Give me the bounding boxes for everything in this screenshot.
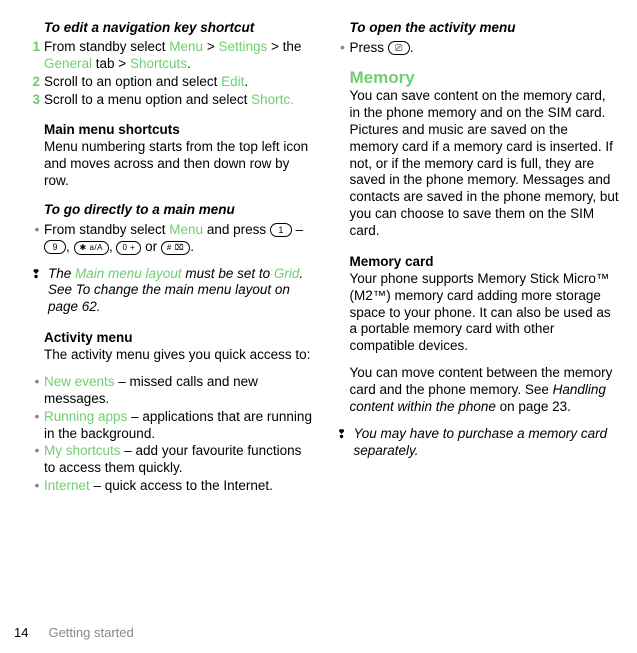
- bullet-icon: •: [336, 40, 350, 57]
- new-events-link: New events: [44, 374, 115, 389]
- list-item: • My shortcuts – add your favourite func…: [44, 443, 314, 477]
- list-item: • From standby select Menu and press 1 –…: [44, 222, 314, 256]
- key-star: ✱ a/A: [74, 241, 109, 255]
- bullet-icon: •: [30, 409, 44, 443]
- text: > the: [267, 39, 301, 54]
- running-apps-link: Running apps: [44, 409, 127, 424]
- bullet-body: My shortcuts – add your favourite functi…: [44, 443, 314, 477]
- text: – quick access to the Internet.: [90, 478, 273, 493]
- memory-card-text-2: You can move content between the memory …: [350, 365, 620, 416]
- nav-edit-steps: 1 From standby select Menu > Settings > …: [44, 39, 314, 109]
- key-hash: # ⌧: [161, 241, 190, 255]
- list-item: • Running apps – applications that are r…: [44, 409, 314, 443]
- grid-link: Grid: [274, 266, 300, 281]
- text: on page 23.: [496, 399, 571, 414]
- main-menu-shortcuts-title: Main menu shortcuts: [44, 122, 314, 139]
- key-zero: 0 +: [116, 241, 141, 255]
- text: –: [292, 222, 303, 237]
- footer: 14 Getting started: [14, 625, 134, 641]
- bullet-body: Press ⎚.: [350, 40, 620, 57]
- text: .: [410, 40, 414, 55]
- go-directly-list: • From standby select Menu and press 1 –…: [44, 222, 314, 256]
- bullet-icon: •: [30, 478, 44, 495]
- bullet-icon: •: [30, 374, 44, 408]
- step-body: Scroll to a menu option and select Short…: [44, 92, 314, 109]
- step-body: From standby select Menu > Settings > th…: [44, 39, 314, 73]
- text: or: [141, 239, 161, 254]
- text: Press: [350, 40, 388, 55]
- text: tab >: [92, 56, 130, 71]
- activity-menu-title: Activity menu: [44, 330, 314, 347]
- key-1: 1: [270, 223, 292, 237]
- main-menu-layout-link: Main menu layout: [75, 266, 182, 281]
- note-body: You may have to purchase a memory card s…: [354, 426, 620, 460]
- open-activity-title: To open the activity menu: [350, 20, 620, 37]
- note-body: The Main menu layout must be set to Grid…: [48, 266, 314, 317]
- shortc-link: Shortc.: [251, 92, 294, 107]
- note-icon: ❢: [336, 426, 348, 460]
- memory-card-text: Your phone supports Memory Stick Micro™ …: [350, 271, 620, 355]
- my-shortcuts-link: My shortcuts: [44, 443, 121, 458]
- open-activity-list: • Press ⎚.: [350, 40, 620, 57]
- activity-key: ⎚: [388, 41, 410, 55]
- edit-link: Edit: [221, 74, 244, 89]
- step-3: 3 Scroll to a menu option and select Sho…: [44, 92, 314, 109]
- text: must be set to: [182, 266, 274, 281]
- text: From standby select: [44, 39, 169, 54]
- list-item: • Press ⎚.: [350, 40, 620, 57]
- step-number: 2: [30, 74, 44, 91]
- text: ,: [109, 239, 117, 254]
- memory-card-title: Memory card: [350, 254, 620, 271]
- step-body: Scroll to an option and select Edit.: [44, 74, 314, 91]
- general-link: General: [44, 56, 92, 71]
- note-icon: ❢: [30, 266, 42, 317]
- main-menu-shortcuts-text: Menu numbering starts from the top left …: [44, 139, 314, 190]
- note-purchase: ❢ You may have to purchase a memory card…: [336, 426, 620, 460]
- memory-text: You can save content on the memory card,…: [350, 88, 620, 240]
- bullet-body: New events – missed calls and new messag…: [44, 374, 314, 408]
- note-grid: ❢ The Main menu layout must be set to Gr…: [30, 266, 314, 317]
- step-2: 2 Scroll to an option and select Edit.: [44, 74, 314, 91]
- text: >: [203, 39, 218, 54]
- nav-edit-title: To edit a navigation key shortcut: [44, 20, 314, 37]
- text: From standby select: [44, 222, 169, 237]
- activity-menu-text: The activity menu gives you quick access…: [44, 347, 314, 364]
- text: The: [48, 266, 75, 281]
- activity-menu-items: • New events – missed calls and new mess…: [44, 374, 314, 495]
- memory-heading: Memory: [350, 67, 620, 88]
- step-number: 1: [30, 39, 44, 73]
- menu-link: Menu: [169, 39, 203, 54]
- internet-link: Internet: [44, 478, 90, 493]
- key-9: 9: [44, 240, 66, 254]
- text: .: [190, 239, 194, 254]
- text: and press: [203, 222, 270, 237]
- text: ,: [66, 239, 74, 254]
- bullet-body: Running apps – applications that are run…: [44, 409, 314, 443]
- step-1: 1 From standby select Menu > Settings > …: [44, 39, 314, 73]
- list-item: • New events – missed calls and new mess…: [44, 374, 314, 408]
- bullet-body: From standby select Menu and press 1 – 9…: [44, 222, 314, 256]
- go-directly-title: To go directly to a main menu: [44, 202, 314, 219]
- bullet-icon: •: [30, 443, 44, 477]
- bullet-body: Internet – quick access to the Internet.: [44, 478, 314, 495]
- text: .: [244, 74, 248, 89]
- settings-link: Settings: [218, 39, 267, 54]
- menu-link: Menu: [169, 222, 203, 237]
- page-number: 14: [14, 625, 28, 640]
- text: Scroll to a menu option and select: [44, 92, 251, 107]
- list-item: • Internet – quick access to the Interne…: [44, 478, 314, 495]
- bullet-icon: •: [30, 222, 44, 256]
- text: Scroll to an option and select: [44, 74, 221, 89]
- shortcuts-link: Shortcuts: [130, 56, 187, 71]
- breadcrumb: Getting started: [48, 625, 133, 640]
- step-number: 3: [30, 92, 44, 109]
- text: .: [187, 56, 191, 71]
